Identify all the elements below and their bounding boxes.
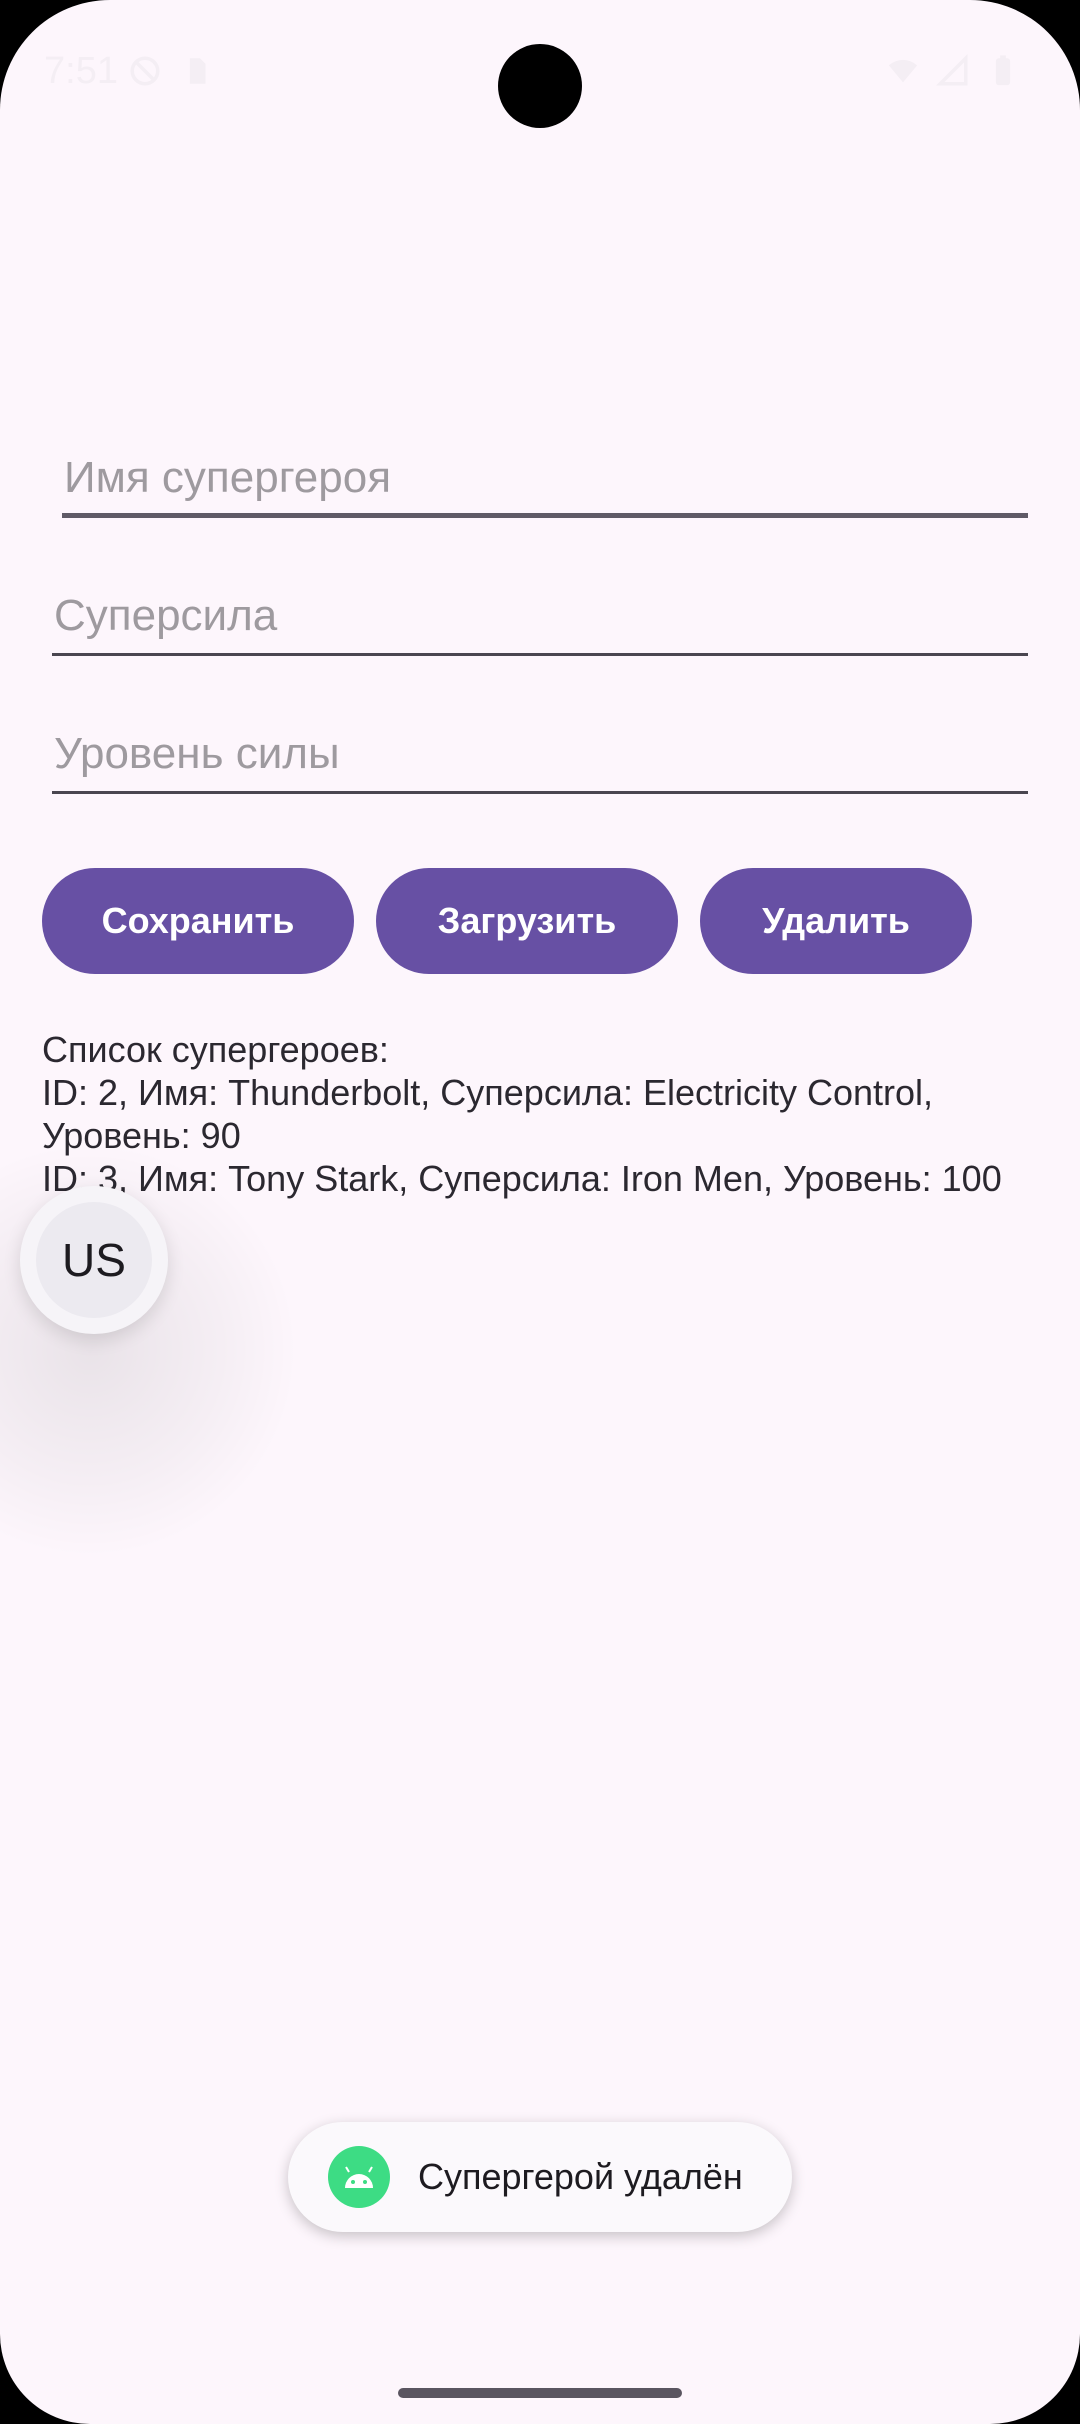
battery-icon xyxy=(995,55,1011,86)
delete-button[interactable]: Удалить xyxy=(700,868,972,974)
superpower-underline xyxy=(52,653,1028,656)
superpower-field[interactable] xyxy=(52,576,1028,656)
navigation-handle[interactable] xyxy=(398,2388,682,2398)
toast-message: Супергерой удалён xyxy=(418,2156,743,2197)
wifi-icon xyxy=(888,59,918,83)
superpower-input[interactable] xyxy=(52,576,1028,656)
load-button[interactable]: Загрузить xyxy=(376,868,678,974)
sim-card-icon xyxy=(189,58,206,84)
power-level-field[interactable] xyxy=(52,714,1028,794)
signal-icon xyxy=(936,54,968,86)
hero-list-header: Список супергероев: xyxy=(42,1029,389,1070)
status-time: 7:51 xyxy=(44,50,118,92)
app-screen: 7:51 Сохранить Загрузить Удалить Список … xyxy=(0,0,1080,2424)
hero-name-input[interactable] xyxy=(62,438,1028,518)
do-not-disturb-icon xyxy=(130,56,160,86)
save-button[interactable]: Сохранить xyxy=(42,868,354,974)
toast: Супергерой удалён xyxy=(288,2122,792,2232)
hero-name-field[interactable] xyxy=(62,438,1028,518)
floating-button-label[interactable]: US xyxy=(36,1202,152,1318)
power-level-input[interactable] xyxy=(52,714,1028,794)
hero-name-underline xyxy=(62,513,1028,518)
hero-list-line: ID: 2, Имя: Thunderbolt, Суперсила: Elec… xyxy=(42,1072,934,1113)
camera-cutout xyxy=(498,44,582,128)
hero-list-line: Уровень: 90 xyxy=(42,1115,241,1156)
floating-button[interactable]: US xyxy=(20,1186,168,1334)
android-icon xyxy=(328,2146,390,2208)
power-level-underline xyxy=(52,791,1028,794)
